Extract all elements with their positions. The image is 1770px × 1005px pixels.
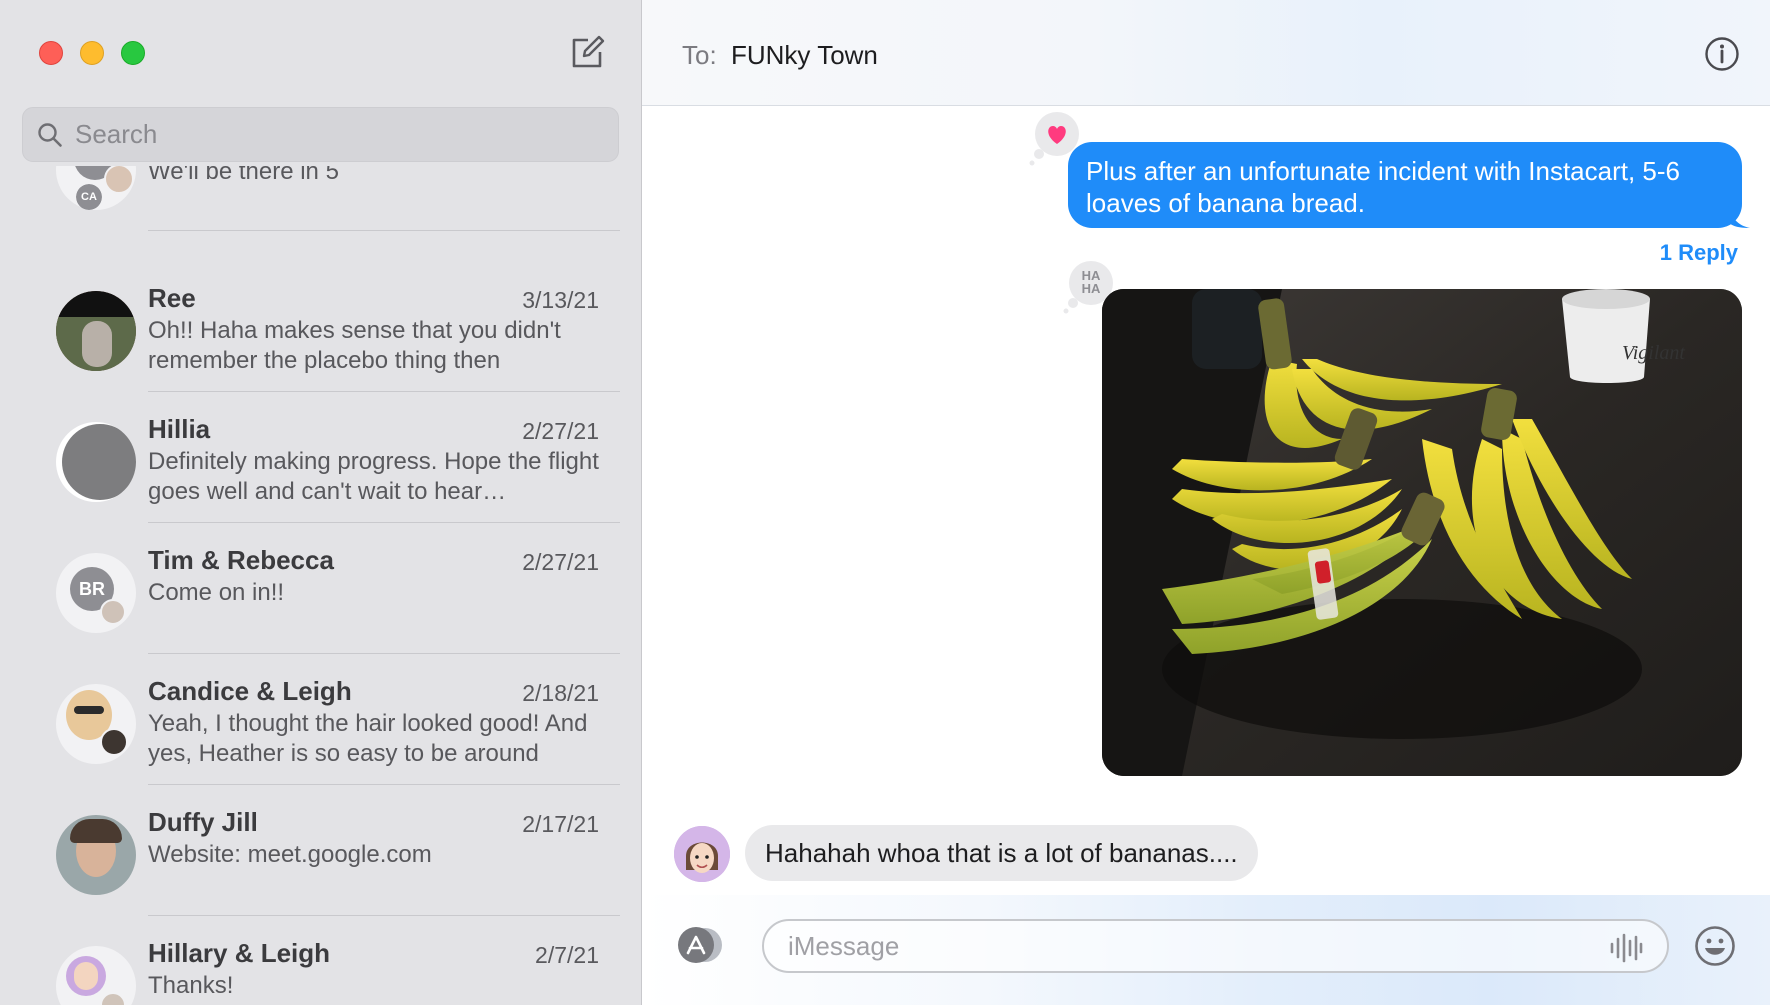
message-placeholder: iMessage	[788, 930, 900, 961]
conversation-name: Ree	[148, 283, 196, 313]
window-controls	[39, 41, 145, 65]
memoji-icon	[674, 826, 730, 882]
conversation-date: 2/18/21	[522, 680, 599, 706]
conversation-item[interactable]: Candice & Leigh 2/18/21 Yeah, I thought …	[0, 654, 641, 785]
conversation-name: Hillary & Leigh	[148, 938, 331, 968]
conversation-preview: We'll be there in 5	[148, 166, 339, 185]
conversation-preview: Website: meet.google.com	[148, 841, 432, 868]
conversation-name: Tim & Rebecca	[148, 545, 334, 575]
composer-bar: iMessage	[642, 895, 1770, 1005]
search-input[interactable]: Search	[22, 107, 619, 162]
conversation-item[interactable]: BR Tim & Rebecca 2/27/21 Come on in!!	[0, 523, 641, 654]
avatar: BR	[56, 553, 136, 633]
conversation-header: To: FUNky Town	[642, 0, 1770, 106]
avatar: CA	[56, 166, 136, 210]
conversation-date: 2/27/21	[522, 418, 599, 444]
conversation-item[interactable]: Hillary & Leigh 2/7/21 Thanks!	[0, 916, 641, 1005]
conversation-date: 2/17/21	[522, 811, 599, 837]
conversation-name: Duffy Jill	[148, 807, 258, 837]
incoming-message[interactable]: Hahahah whoa that is a lot of bananas...…	[745, 825, 1258, 881]
conversation-item[interactable]: CA We'll be there in 5	[0, 166, 641, 231]
app-store-icon[interactable]	[674, 925, 724, 965]
incoming-message-text: Hahahah whoa that is a lot of bananas...…	[765, 838, 1238, 868]
conversation-pane: To: FUNky Town Plus after an unfortunate…	[642, 0, 1770, 1005]
mug-text: Vigilant	[1622, 342, 1685, 364]
search-placeholder: Search	[75, 119, 158, 149]
photo-attachment[interactable]: Vigilant	[1102, 289, 1742, 776]
conversation-preview: Definitely making progress. Hope the fli…	[148, 448, 599, 505]
conversation-name: Hillia	[148, 414, 211, 444]
conversation-item[interactable]: Duffy Jill 2/17/21 Website: meet.google.…	[0, 785, 641, 916]
recipient-name[interactable]: FUNky Town	[731, 40, 878, 71]
zoom-window-button[interactable]	[121, 41, 145, 65]
to-label: To:	[682, 40, 717, 70]
conversation-item[interactable]: Hillia 2/27/21 Definitely making progres…	[0, 392, 641, 523]
emoji-icon[interactable]	[1694, 925, 1736, 967]
avatar	[56, 291, 136, 371]
conversation-name: Candice & Leigh	[148, 676, 352, 706]
conversation-preview: Thanks!	[148, 972, 234, 999]
conversation-list: CA We'll be there in 5 Ree 3/13/21 Oh!! …	[0, 166, 641, 1005]
reply-count-link[interactable]: 1 Reply	[1660, 240, 1738, 266]
minimize-window-button[interactable]	[80, 41, 104, 65]
avatar-initials: CA	[76, 184, 102, 210]
avatar	[56, 815, 136, 895]
conversation-date: 3/13/21	[522, 287, 599, 313]
conversation-item[interactable]: Ree 3/13/21 Oh!! Haha makes sense that y…	[0, 261, 641, 392]
participant-avatar	[100, 728, 128, 756]
sidebar: Search CA We'll be there in 5 Ree 3/13/2…	[0, 0, 642, 1005]
conversation-preview: Oh!! Haha makes sense that you didn't re…	[148, 317, 561, 374]
audio-record-icon[interactable]	[1609, 933, 1643, 963]
info-icon[interactable]	[1704, 36, 1740, 72]
outgoing-message-text: Plus after an unfortunate incident with …	[1086, 156, 1681, 218]
bananas-photo: Vigilant	[1102, 289, 1742, 776]
divider	[148, 230, 620, 231]
compose-icon[interactable]	[570, 34, 606, 70]
avatar	[56, 684, 136, 764]
conversation-date: 2/27/21	[522, 549, 599, 575]
outgoing-message[interactable]: Plus after an unfortunate incident with …	[1068, 142, 1750, 228]
participant-avatar: CA	[76, 184, 102, 210]
conversation-preview: Come on in!!	[148, 579, 285, 606]
message-input[interactable]: iMessage	[762, 919, 1669, 973]
close-window-button[interactable]	[39, 41, 63, 65]
avatar	[56, 946, 136, 1005]
participant-avatar	[100, 599, 126, 625]
avatar	[56, 422, 136, 502]
haha-text: HA HA	[1082, 268, 1101, 296]
search-icon	[38, 122, 62, 147]
bubble-tail	[1728, 206, 1750, 228]
conversation-date: 2/7/21	[535, 942, 599, 968]
sender-avatar[interactable]	[674, 826, 730, 882]
conversation-preview: Yeah, I thought the hair looked good! An…	[148, 710, 588, 767]
